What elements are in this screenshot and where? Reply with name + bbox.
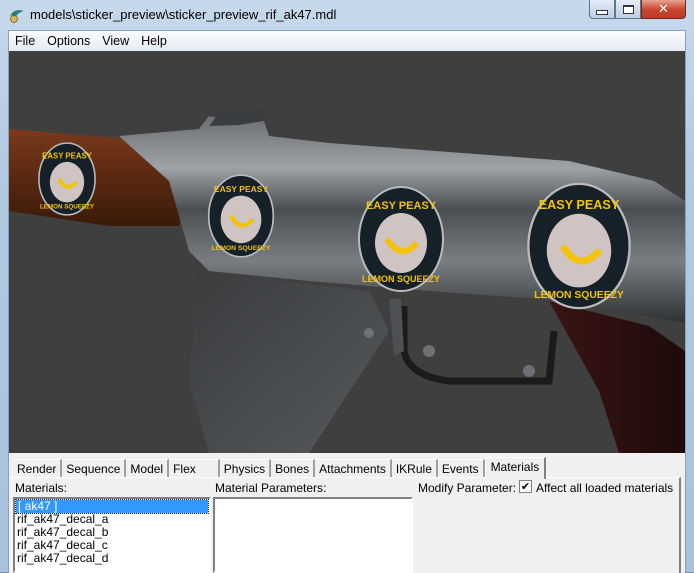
model-viewport[interactable]: EASY PEASY LEMON SQUEEZY EASY PEASY LEMO… — [9, 51, 685, 453]
window-title: models\sticker_preview\sticker_preview_r… — [30, 7, 337, 22]
control-panel: Render Sequence Model Flex Physics Bones… — [9, 453, 685, 573]
tab-bones[interactable]: Bones — [271, 459, 316, 478]
sticker-4-bottom-text: LEMON SQUEEZY — [534, 290, 624, 301]
maximize-icon — [622, 4, 634, 14]
sticker-3: EASY PEASY LEMON SQUEEZY — [358, 186, 444, 292]
app-icon — [10, 10, 24, 23]
affect-all-checkbox[interactable]: ✔ — [519, 480, 532, 493]
tab-sequence[interactable]: Sequence — [62, 459, 127, 478]
ak47-model-render: EASY PEASY LEMON SQUEEZY EASY PEASY LEMO… — [9, 109, 685, 453]
pistol-grip — [549, 301, 685, 453]
affect-all-label[interactable]: Affect all loaded materials — [536, 481, 673, 495]
menu-help[interactable]: Help — [135, 31, 173, 51]
materials-list[interactable]: [ ak47 ] rif_ak47_decal_a rif_ak47_decal… — [13, 497, 211, 573]
tab-materials[interactable]: Materials — [484, 457, 547, 479]
menu-view[interactable]: View — [96, 31, 135, 51]
window-controls: ✕ — [589, 0, 686, 20]
modify-parameter-label: Modify Parameter: — [418, 481, 517, 495]
sticker-3-bottom-text: LEMON SQUEEZY — [362, 274, 440, 284]
menu-options[interactable]: Options — [41, 31, 96, 51]
menu-file[interactable]: File — [9, 31, 41, 51]
tab-flex[interactable]: Flex — [169, 459, 220, 478]
material-item[interactable]: rif_ak47_decal_d — [15, 552, 209, 565]
magazine — [189, 271, 389, 453]
tab-bar: Render Sequence Model Flex Physics Bones… — [13, 457, 547, 479]
tab-ikrule[interactable]: IKRule — [391, 459, 438, 478]
sticker-1-top-text: EASY PEASY — [42, 152, 92, 161]
tab-events[interactable]: Events — [437, 459, 485, 478]
sticker-2: EASY PEASY LEMON SQUEEZY — [207, 174, 275, 258]
sticker-1: EASY PEASY LEMON SQUEEZY — [38, 142, 96, 216]
sticker-3-top-text: EASY PEASY — [366, 200, 437, 212]
close-icon: ✕ — [658, 1, 669, 17]
menu-bar: File Options View Help — [9, 31, 685, 52]
close-button[interactable]: ✕ — [641, 0, 686, 19]
tab-model[interactable]: Model — [126, 459, 170, 478]
sticker-2-bottom-text: LEMON SQUEEZY — [212, 245, 271, 252]
material-parameters-list[interactable] — [213, 497, 413, 573]
tab-attachments[interactable]: Attachments — [315, 459, 392, 478]
tab-render[interactable]: Render — [13, 459, 63, 478]
sticker-1-bottom-text: LEMON SQUEEZY — [40, 204, 95, 211]
title-bar[interactable]: models\sticker_preview\sticker_preview_r… — [0, 0, 694, 30]
materials-label: Materials: — [15, 481, 68, 495]
client-area: File Options View Help EASY PEASY LEMON … — [8, 30, 686, 573]
sticker-4: EASY PEASY LEMON SQUEEZY — [527, 182, 631, 310]
tab-physics[interactable]: Physics — [219, 459, 272, 478]
sticker-2-top-text: EASY PEASY — [214, 184, 269, 194]
application-window: models\sticker_preview\sticker_preview_r… — [0, 0, 694, 573]
minimize-button[interactable] — [589, 0, 615, 19]
minimize-icon — [596, 9, 608, 15]
maximize-button[interactable] — [615, 0, 641, 19]
sticker-4-top-text: EASY PEASY — [539, 198, 620, 212]
material-parameters-label: Material Parameters: — [215, 481, 327, 495]
